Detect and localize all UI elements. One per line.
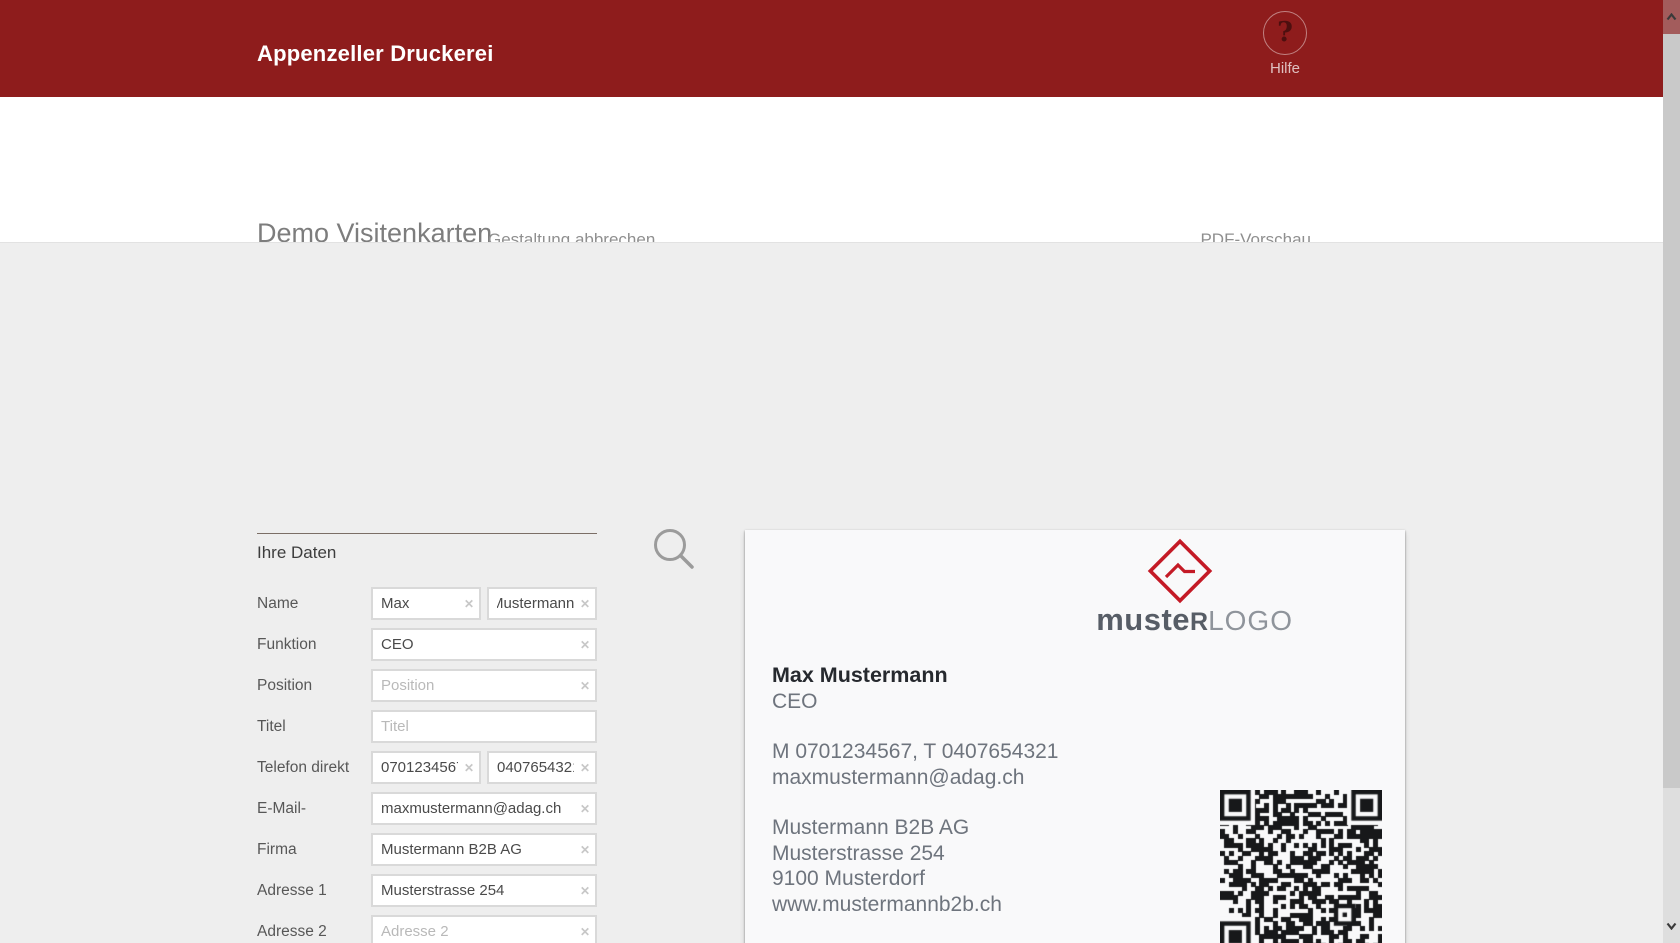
main-area: Ihre Daten Name ✕ ✕ Funktion ✕ Position ✕ Titel… — [0, 242, 1680, 943]
clear-icon[interactable]: ✕ — [464, 598, 474, 610]
qr-code — [1220, 790, 1382, 943]
clear-icon[interactable]: ✕ — [580, 598, 590, 610]
form-row-titel: Titel — [257, 710, 597, 743]
field-label: Titel — [257, 718, 371, 736]
position-input[interactable] — [373, 671, 595, 700]
card-contact-block: Max Mustermann CEO M 0701234567, T 04076… — [772, 663, 1058, 942]
chevron-up-icon — [1666, 13, 1677, 21]
field-label: Firma — [257, 841, 371, 859]
clear-icon[interactable]: ✕ — [580, 926, 590, 938]
last-name-field: ✕ — [487, 587, 597, 620]
card-website: www.mustermannb2b.ch — [772, 893, 1002, 916]
firma-input[interactable] — [373, 835, 595, 864]
adresse-1-input[interactable] — [373, 876, 595, 905]
funktion-input[interactable] — [373, 630, 595, 659]
email-field: ✕ — [371, 792, 597, 825]
firma-field: ✕ — [371, 833, 597, 866]
scrollbar-thumb[interactable] — [1663, 34, 1680, 788]
clear-icon[interactable]: ✕ — [580, 762, 590, 774]
your-data-form: Ihre Daten Name ✕ ✕ Funktion ✕ Position ✕ Titel… — [257, 533, 597, 943]
telefon-direkt-mobil-field: ✕ — [371, 751, 481, 784]
logo-text-r: R — [1190, 608, 1208, 636]
form-row-adresse-1: Adresse 1 ✕ — [257, 874, 597, 907]
chevron-down-icon — [1666, 922, 1677, 930]
card-name: Max Mustermann — [772, 663, 948, 687]
adresse-1-field: ✕ — [371, 874, 597, 907]
logo-wordmark: musteRLOGO — [1096, 604, 1293, 635]
form-row-adresse-2: Adresse 2 ✕ — [257, 915, 597, 943]
app-header: Appenzeller Druckerei ? Hilfe — [0, 0, 1680, 97]
field-label: Adresse 2 — [257, 923, 371, 941]
telefon-direkt-festnetz-field: ✕ — [487, 751, 597, 784]
card-company: Mustermann B2B AG — [772, 816, 969, 839]
clear-icon[interactable]: ✕ — [580, 639, 590, 651]
clear-icon[interactable]: ✕ — [580, 885, 590, 897]
form-rows: Name ✕ ✕ Funktion ✕ Position ✕ Titel Telefon dir… — [257, 587, 597, 943]
clear-icon[interactable]: ✕ — [580, 680, 590, 692]
form-row-position: Position ✕ — [257, 669, 597, 702]
help-label: Hilfe — [1253, 60, 1317, 77]
first-name-field: ✕ — [371, 587, 481, 620]
diamond-logo-icon — [1147, 538, 1213, 609]
logo-text-logo: LOGO — [1208, 605, 1293, 636]
field-label: Adresse 1 — [257, 882, 371, 900]
scroll-down-button[interactable] — [1663, 909, 1680, 943]
field-label: E-Mail- — [257, 800, 371, 818]
form-row-email: E-Mail- ✕ — [257, 792, 597, 825]
card-phone-line: M 0701234567, T 0407654321 — [772, 740, 1058, 763]
magnifier-icon[interactable] — [648, 524, 700, 581]
brand-title: Appenzeller Druckerei — [257, 41, 494, 67]
position-field: ✕ — [371, 669, 597, 702]
section-title: Ihre Daten — [257, 543, 597, 563]
business-card-preview: musteRLOGO Max Mustermann CEO M 07012345… — [745, 530, 1405, 943]
titel-field — [371, 710, 597, 743]
form-row-funktion: Funktion ✕ — [257, 628, 597, 661]
form-row-first-name: Name ✕ ✕ — [257, 587, 597, 620]
field-label: Position — [257, 677, 371, 695]
vertical-scrollbar[interactable] — [1663, 0, 1680, 943]
card-street: Musterstrasse 254 — [772, 842, 945, 865]
form-row-telefon-direkt-mobil: Telefon direkt ✕ ✕ — [257, 751, 597, 784]
card-address: Mustermann B2B AG Musterstrasse 254 9100… — [772, 815, 1058, 917]
card-identity: Max Mustermann CEO — [772, 663, 1058, 714]
toolbar: Demo Visitenkarten Gestaltung abbrechen … — [0, 97, 1680, 242]
email-input[interactable] — [373, 794, 595, 823]
field-label: Telefon direkt — [257, 759, 371, 777]
card-email: maxmustermann@adag.ch — [772, 766, 1024, 789]
section-divider — [257, 533, 597, 534]
clear-icon[interactable]: ✕ — [464, 762, 474, 774]
scroll-up-button[interactable] — [1663, 0, 1680, 34]
logo-text-muster: muste — [1096, 602, 1190, 637]
funktion-field: ✕ — [371, 628, 597, 661]
question-mark-icon: ? — [1263, 11, 1307, 55]
form-row-firma: Firma ✕ — [257, 833, 597, 866]
field-label: Name — [257, 595, 371, 613]
clear-icon[interactable]: ✕ — [580, 803, 590, 815]
card-phone-email: M 0701234567, T 0407654321 maxmustermann… — [772, 739, 1058, 790]
adresse-2-field: ✕ — [371, 915, 597, 943]
card-role: CEO — [772, 690, 818, 713]
titel-input[interactable] — [373, 712, 595, 741]
field-label: Funktion — [257, 636, 371, 654]
adresse-2-input[interactable] — [373, 917, 595, 943]
clear-icon[interactable]: ✕ — [580, 844, 590, 856]
help-button[interactable]: ? Hilfe — [1253, 11, 1317, 77]
card-city: 9100 Musterdorf — [772, 867, 925, 890]
